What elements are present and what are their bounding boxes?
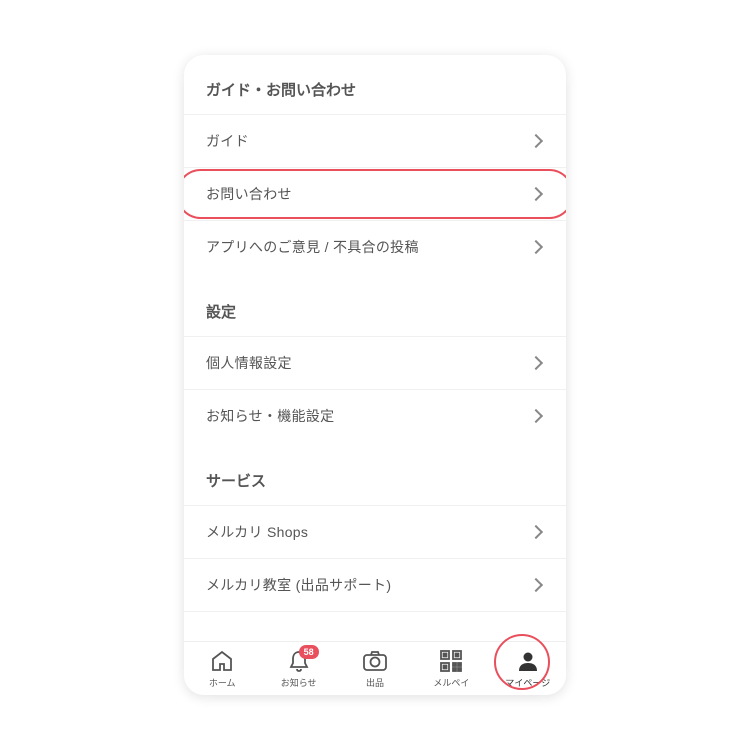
nav-label: メルペイ xyxy=(433,676,469,689)
nav-mypage[interactable]: マイページ xyxy=(490,648,566,689)
list-item-label: お問い合わせ xyxy=(206,184,292,204)
list-item-feedback[interactable]: アプリへのご意見 / 不具合の投稿 xyxy=(184,220,566,273)
bottom-nav: ホーム 58 お知らせ 出品 xyxy=(184,641,566,695)
nav-home[interactable]: ホーム xyxy=(184,648,260,689)
camera-icon xyxy=(361,648,389,674)
nav-notifications[interactable]: 58 お知らせ xyxy=(260,648,336,689)
list-item-label: メルカリ Shops xyxy=(206,522,308,542)
home-icon xyxy=(208,648,236,674)
list-item-label: メルカリ教室 (出品サポート) xyxy=(206,575,391,595)
list-item-label: 個人情報設定 xyxy=(206,353,292,373)
notification-badge: 58 xyxy=(299,645,319,659)
list-item-personal-info[interactable]: 個人情報設定 xyxy=(184,336,566,389)
qr-icon xyxy=(437,648,465,674)
list-item-label: アプリへのご意見 / 不具合の投稿 xyxy=(206,237,419,257)
bell-icon: 58 xyxy=(285,648,313,674)
chevron-right-icon xyxy=(529,134,543,148)
list-item-contact[interactable]: お問い合わせ xyxy=(184,167,566,220)
nav-sell[interactable]: 出品 xyxy=(337,648,413,689)
list-item-guide[interactable]: ガイド xyxy=(184,114,566,167)
section-title-guide: ガイド・お問い合わせ xyxy=(184,79,566,114)
list-item-notification-settings[interactable]: お知らせ・機能設定 xyxy=(184,389,566,442)
list-item-classroom[interactable]: メルカリ教室 (出品サポート) xyxy=(184,558,566,612)
app-screen: ガイド・お問い合わせ ガイド お問い合わせ アプリへのご意見 / 不具合の投稿 … xyxy=(184,55,566,695)
nav-label: ホーム xyxy=(209,676,236,689)
chevron-right-icon xyxy=(529,240,543,254)
section-title-settings: 設定 xyxy=(184,301,566,336)
list-item-label: お知らせ・機能設定 xyxy=(206,406,334,426)
chevron-right-icon xyxy=(529,578,543,592)
chevron-right-icon xyxy=(529,356,543,370)
list-item-shops[interactable]: メルカリ Shops xyxy=(184,505,566,558)
chevron-right-icon xyxy=(529,409,543,423)
nav-merpay[interactable]: メルペイ xyxy=(413,648,489,689)
person-icon xyxy=(514,648,542,674)
settings-content: ガイド・お問い合わせ ガイド お問い合わせ アプリへのご意見 / 不具合の投稿 … xyxy=(184,55,566,641)
nav-label: お知らせ xyxy=(281,676,317,689)
chevron-right-icon xyxy=(529,187,543,201)
nav-label: マイページ xyxy=(505,676,550,689)
list-item-label: ガイド xyxy=(206,131,249,151)
nav-label: 出品 xyxy=(366,676,384,689)
section-title-service: サービス xyxy=(184,470,566,505)
chevron-right-icon xyxy=(529,525,543,539)
